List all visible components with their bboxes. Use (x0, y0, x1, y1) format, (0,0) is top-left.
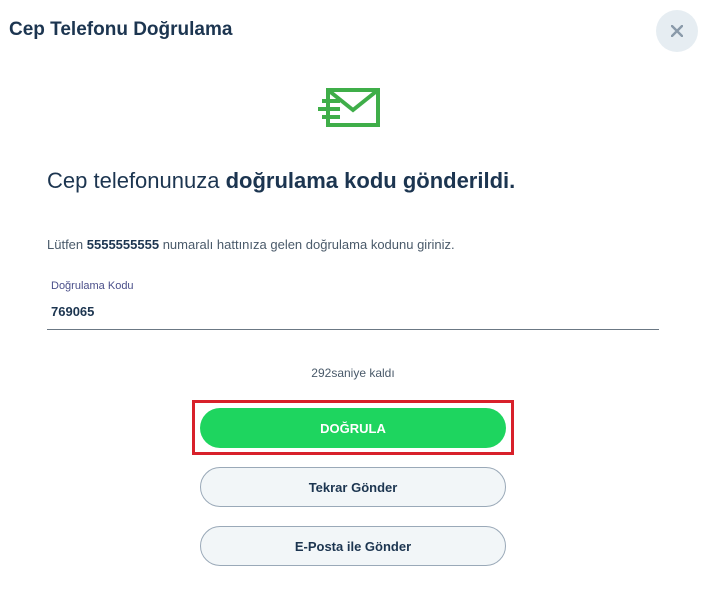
verification-code-label: Doğrulama Kodu (51, 280, 134, 292)
modal-title: Cep Telefonu Doğrulama (9, 19, 233, 40)
instruction-prefix: Lütfen (47, 237, 87, 252)
headline: Cep telefonunuza doğrulama kodu gönderil… (47, 168, 515, 194)
close-icon (671, 25, 683, 37)
countdown-text: 292saniye kaldı (311, 366, 395, 380)
headline-prefix: Cep telefonunuza (47, 168, 226, 193)
verification-code-field[interactable]: Doğrulama Kodu 769065 (47, 276, 659, 330)
verify-button[interactable]: DOĞRULA (200, 408, 506, 448)
close-button[interactable] (656, 10, 698, 52)
send-by-email-button[interactable]: E-Posta ile Gönder (200, 526, 506, 566)
headline-emphasis: doğrulama kodu gönderildi. (225, 168, 516, 193)
mail-sent-icon (318, 88, 380, 127)
phone-number: 5555555555 (86, 237, 160, 252)
instruction-text: Lütfen 5555555555 numaralı hattınıza gel… (47, 237, 455, 252)
verification-code-input[interactable]: 769065 (51, 304, 94, 319)
instruction-suffix: numaralı hattınıza gelen doğrulama kodun… (159, 237, 455, 252)
resend-button[interactable]: Tekrar Gönder (200, 467, 506, 507)
